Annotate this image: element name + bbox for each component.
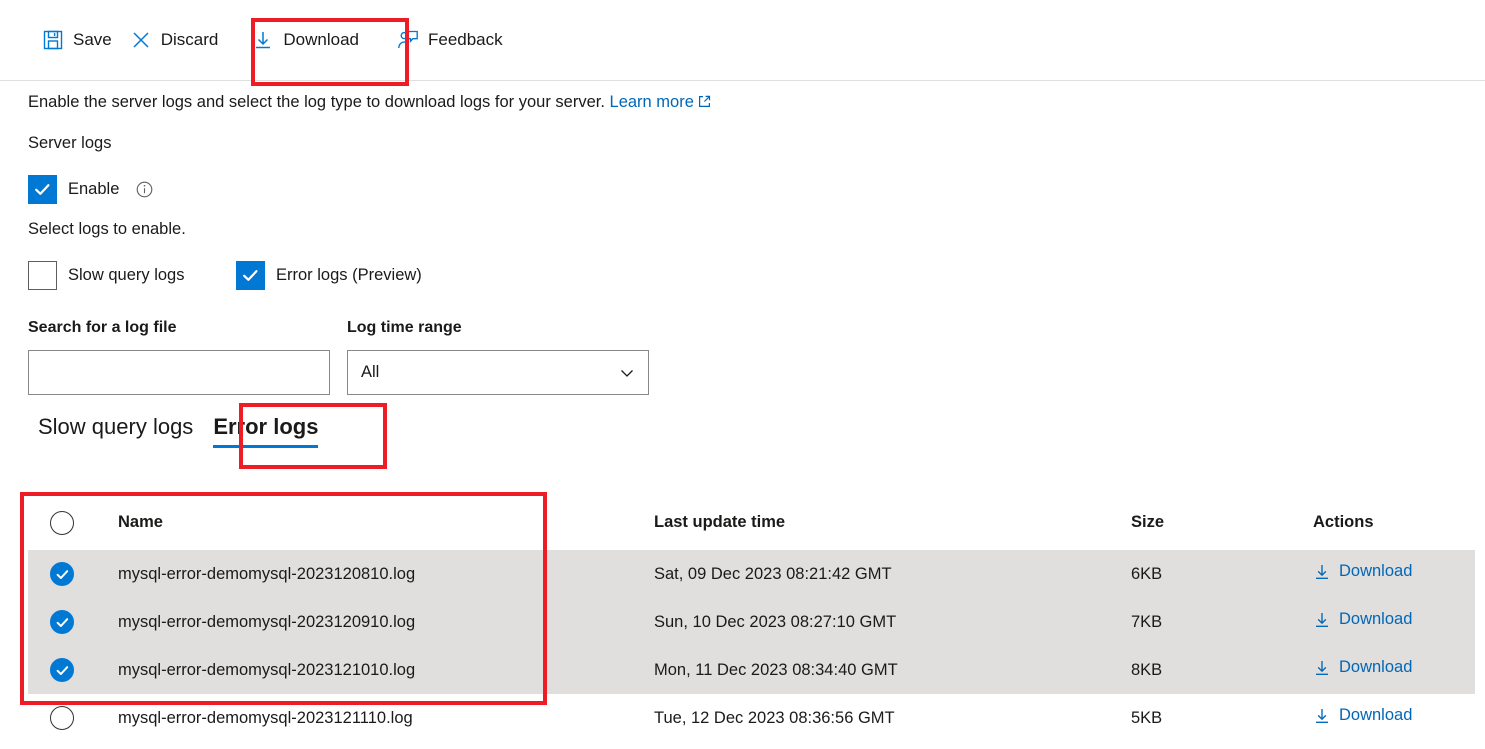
log-time-range-label: Log time range xyxy=(347,319,462,337)
row-select-cell[interactable] xyxy=(28,562,118,586)
row-size: 5KB xyxy=(1131,709,1313,728)
error-logs-label: Error logs (Preview) xyxy=(276,266,422,285)
download-button[interactable]: Download xyxy=(248,18,383,62)
save-label: Save xyxy=(73,30,112,50)
learn-more-link[interactable]: Learn more xyxy=(610,93,694,111)
table-row[interactable]: mysql-error-demomysql-2023121010.log Mon… xyxy=(28,646,1475,694)
row-last-update-time: Sat, 09 Dec 2023 08:21:42 GMT xyxy=(654,565,1131,584)
column-header-last-update-time[interactable]: Last update time xyxy=(654,513,1131,532)
row-actions: Download xyxy=(1313,706,1475,730)
search-input[interactable] xyxy=(28,350,330,395)
row-actions: Download xyxy=(1313,562,1475,586)
download-label: Download xyxy=(283,30,359,50)
row-select-cell[interactable] xyxy=(28,658,118,682)
row-name: mysql-error-demomysql-2023120910.log xyxy=(118,613,654,632)
page-description: Enable the server logs and select the lo… xyxy=(28,93,711,112)
save-icon xyxy=(42,29,64,51)
row-download-label: Download xyxy=(1339,658,1412,677)
server-logs-section-label: Server logs xyxy=(28,134,111,153)
tab-error-logs[interactable]: Error logs xyxy=(203,410,328,452)
search-field-label: Search for a log file xyxy=(28,319,176,337)
row-name: mysql-error-demomysql-2023121010.log xyxy=(118,661,654,680)
log-time-range-value: All xyxy=(361,363,379,382)
tab-slow-query-logs[interactable]: Slow query logs xyxy=(28,410,203,452)
download-icon xyxy=(1313,659,1331,677)
enable-label: Enable xyxy=(68,180,119,199)
row-size: 8KB xyxy=(1131,661,1313,680)
download-icon xyxy=(252,29,274,51)
row-select-cell[interactable] xyxy=(28,706,118,730)
discard-icon xyxy=(130,29,152,51)
description-text: Enable the server logs and select the lo… xyxy=(28,93,605,111)
external-link-icon xyxy=(698,94,711,107)
chevron-down-icon xyxy=(618,364,636,382)
slow-query-logs-checkbox-row[interactable]: Slow query logs xyxy=(28,261,184,290)
error-logs-checkbox-row[interactable]: Error logs (Preview) xyxy=(236,261,422,290)
row-checkbox[interactable] xyxy=(50,706,74,730)
select-all-checkbox[interactable] xyxy=(50,511,74,535)
discard-button[interactable]: Discard xyxy=(126,18,233,62)
feedback-label: Feedback xyxy=(428,30,503,50)
select-all-cell[interactable] xyxy=(28,511,118,535)
row-checkbox[interactable] xyxy=(50,610,74,634)
row-download-link[interactable]: Download xyxy=(1313,562,1412,581)
row-size: 7KB xyxy=(1131,613,1313,632)
row-download-link[interactable]: Download xyxy=(1313,706,1412,725)
row-name: mysql-error-demomysql-2023120810.log xyxy=(118,565,654,584)
row-actions: Download xyxy=(1313,610,1475,634)
row-size: 6KB xyxy=(1131,565,1313,584)
error-logs-checkbox[interactable] xyxy=(236,261,265,290)
download-icon xyxy=(1313,707,1331,725)
enable-checkbox[interactable] xyxy=(28,175,57,204)
feedback-button[interactable]: Feedback xyxy=(393,18,517,62)
slow-query-logs-label: Slow query logs xyxy=(68,266,184,285)
feedback-icon xyxy=(397,29,419,51)
log-time-range-dropdown[interactable]: All xyxy=(347,350,649,395)
table-header-row: Name Last update time Size Actions xyxy=(28,495,1475,550)
row-download-label: Download xyxy=(1339,610,1412,629)
row-checkbox[interactable] xyxy=(50,562,74,586)
command-toolbar: Save Discard Download xyxy=(0,0,1485,81)
select-logs-label: Select logs to enable. xyxy=(28,220,186,239)
enable-checkbox-row[interactable]: Enable xyxy=(28,175,153,204)
row-download-link[interactable]: Download xyxy=(1313,658,1412,677)
column-header-name[interactable]: Name xyxy=(118,513,654,532)
row-name: mysql-error-demomysql-2023121110.log xyxy=(118,709,654,728)
table-row[interactable]: mysql-error-demomysql-2023120910.log Sun… xyxy=(28,598,1475,646)
column-header-size[interactable]: Size xyxy=(1131,513,1313,532)
learn-more-label: Learn more xyxy=(610,93,694,111)
row-last-update-time: Mon, 11 Dec 2023 08:34:40 GMT xyxy=(654,661,1131,680)
info-icon[interactable] xyxy=(136,181,153,198)
save-button[interactable]: Save xyxy=(38,18,126,62)
row-actions: Download xyxy=(1313,658,1475,682)
row-last-update-time: Tue, 12 Dec 2023 08:36:56 GMT xyxy=(654,709,1131,728)
row-checkbox[interactable] xyxy=(50,658,74,682)
slow-query-logs-checkbox[interactable] xyxy=(28,261,57,290)
table-row[interactable]: mysql-error-demomysql-2023120810.log Sat… xyxy=(28,550,1475,598)
row-download-label: Download xyxy=(1339,706,1412,725)
column-header-actions: Actions xyxy=(1313,513,1475,532)
log-type-tabs: Slow query logs Error logs xyxy=(28,410,328,452)
row-last-update-time: Sun, 10 Dec 2023 08:27:10 GMT xyxy=(654,613,1131,632)
row-download-link[interactable]: Download xyxy=(1313,610,1412,629)
table-row[interactable]: mysql-error-demomysql-2023121110.log Tue… xyxy=(28,694,1475,742)
download-icon xyxy=(1313,563,1331,581)
discard-label: Discard xyxy=(161,30,219,50)
server-logs-page: Save Discard Download xyxy=(0,0,1485,749)
row-download-label: Download xyxy=(1339,562,1412,581)
download-icon xyxy=(1313,611,1331,629)
row-select-cell[interactable] xyxy=(28,610,118,634)
log-files-table: Name Last update time Size Actions mysql… xyxy=(28,495,1475,742)
